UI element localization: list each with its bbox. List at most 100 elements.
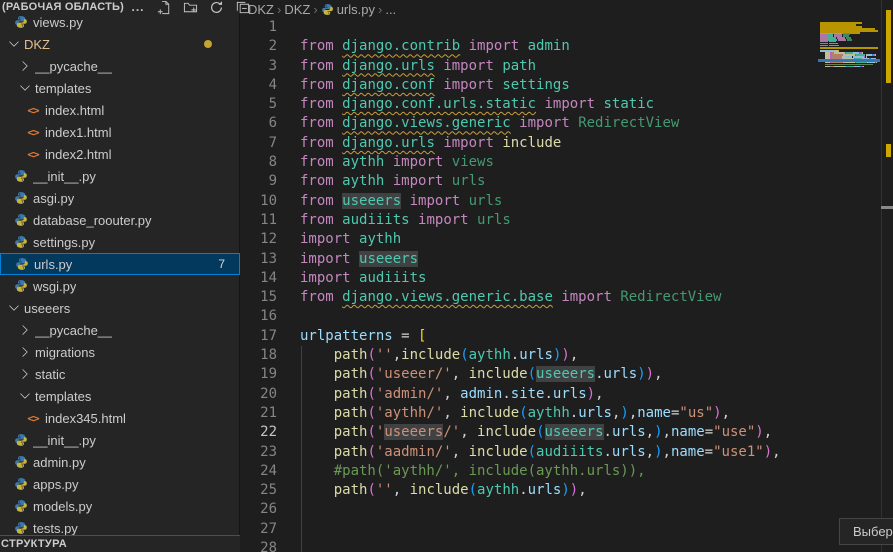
code-line-10[interactable]: 10from useeers import urls <box>241 192 893 211</box>
chevron-right-icon[interactable] <box>17 322 33 338</box>
code-line-24[interactable]: 24 #path('aythh/', include(aythh.urls)), <box>241 462 893 481</box>
code-line-20[interactable]: 20 path('admin/', admin.site.urls), <box>241 385 893 404</box>
line-number: 18 <box>241 346 277 365</box>
tree-folder-dkz[interactable]: DKZ <box>0 33 240 55</box>
line-number: 15 <box>241 288 277 307</box>
python-icon <box>14 15 28 29</box>
tree-folder-templates[interactable]: templates <box>0 385 240 407</box>
breadcrumb-item-dkz[interactable]: DKZ <box>284 2 310 17</box>
code-line-23[interactable]: 23 path('aadmin/', include(audiiits.urls… <box>241 443 893 462</box>
python-file-icon <box>13 212 29 228</box>
minimap[interactable] <box>818 18 880 238</box>
code-line-9[interactable]: 9from aythh import urls <box>241 172 893 191</box>
code-line-1[interactable]: 1 <box>241 18 893 37</box>
code-line-28[interactable]: 28 <box>241 539 893 552</box>
more-actions-button[interactable]: ... <box>130 0 146 15</box>
tree-folder--pycache-[interactable]: __pycache__ <box>0 55 240 77</box>
code-line-21[interactable]: 21 path('aythh/', include(aythh.urls,),n… <box>241 404 893 423</box>
breadcrumb-item--[interactable]: ... <box>385 2 396 17</box>
html-file-icon: <> <box>25 102 41 118</box>
explorer-header: (РАБОЧАЯ ОБЛАСТЬ) ... <box>0 0 240 13</box>
tree-file--init-py[interactable]: __init__.py <box>0 429 240 451</box>
line-number: 26 <box>241 500 277 519</box>
breadcrumb-item-urls-py[interactable]: urls.py <box>321 2 375 17</box>
new-folder-icon <box>183 0 198 15</box>
line-number: 21 <box>241 404 277 423</box>
tree-file-database-roouter-py[interactable]: database_roouter.py <box>0 209 240 231</box>
tree-file-index2-html[interactable]: <>index2.html <box>0 143 240 165</box>
tree-item-label: index345.html <box>45 411 126 426</box>
code-line-16[interactable]: 16 <box>241 307 893 326</box>
tree-file-index-html[interactable]: <>index.html <box>0 99 240 121</box>
python-icon <box>14 433 28 447</box>
tree-file-admin-py[interactable]: admin.py <box>0 451 240 473</box>
tree-file-wsgi-py[interactable]: wsgi.py <box>0 275 240 297</box>
tree-folder--pycache-[interactable]: __pycache__ <box>0 319 240 341</box>
code-line-15[interactable]: 15from django.views.generic.base import … <box>241 288 893 307</box>
new-folder-button[interactable] <box>182 0 198 15</box>
tree-file-index345-html[interactable]: <> index345.html <box>0 407 240 429</box>
code-line-4[interactable]: 4from django.conf import settings <box>241 76 893 95</box>
code-area[interactable]: 12from django.contrib import admin3from … <box>241 18 893 552</box>
code-line-5[interactable]: 5from django.conf.urls.static import sta… <box>241 95 893 114</box>
code-line-27[interactable]: 27 <box>241 520 893 539</box>
collapse-folders-button[interactable] <box>234 0 250 15</box>
code-line-12[interactable]: 12import aythh <box>241 230 893 249</box>
chevron-down-icon[interactable] <box>6 36 22 52</box>
chevron-down-icon[interactable] <box>6 300 22 316</box>
code-line-25[interactable]: 25 path('', include(aythh.urls)), <box>241 481 893 500</box>
refresh-button[interactable] <box>208 0 224 15</box>
line-number: 25 <box>241 481 277 500</box>
python-icon <box>14 191 28 205</box>
breadcrumb-separator: › <box>313 2 317 17</box>
new-file-button[interactable] <box>156 0 172 15</box>
code-line-26[interactable]: 26 <box>241 500 893 519</box>
tree-item-label: models.py <box>33 499 92 514</box>
python-file-icon <box>13 454 29 470</box>
code-line-17[interactable]: 17urlpatterns = [ <box>241 327 893 346</box>
tree-item-label: static <box>35 367 65 382</box>
tree-file--init-py[interactable]: __init__.py <box>0 165 240 187</box>
python-icon <box>14 477 28 491</box>
problems-badge: 7 <box>218 257 225 271</box>
code-line-18[interactable]: 18 path('',include(aythh.urls)), <box>241 346 893 365</box>
tree-item-label: __init__.py <box>33 433 96 448</box>
html-file-icon: <> <box>25 410 41 426</box>
tree-file-settings-py[interactable]: settings.py <box>0 231 240 253</box>
code-line-14[interactable]: 14import audiiits <box>241 269 893 288</box>
tree-folder-templates[interactable]: templates <box>0 77 240 99</box>
tree-file-asgi-py[interactable]: asgi.py <box>0 187 240 209</box>
code-line-19[interactable]: 19 path('useeer/', include(useeers.urls)… <box>241 365 893 384</box>
chevron-right-icon[interactable] <box>17 344 33 360</box>
tree-folder-static[interactable]: static <box>0 363 240 385</box>
code-line-6[interactable]: 6from django.views.generic import Redire… <box>241 114 893 133</box>
chevron-down-icon[interactable] <box>17 388 33 404</box>
code-line-3[interactable]: 3from django.urls import path <box>241 57 893 76</box>
vscode-window: (РАБОЧАЯ ОБЛАСТЬ) ... views.pyDKZ__pycac… <box>0 0 893 552</box>
tree-file-index1-html[interactable]: <>index1.html <box>0 121 240 143</box>
line-number: 16 <box>241 307 277 326</box>
python-file-icon <box>13 520 29 536</box>
line-number: 12 <box>241 230 277 249</box>
code-line-7[interactable]: 7from django.urls import include <box>241 134 893 153</box>
tree-file-models-py[interactable]: models.py <box>0 495 240 517</box>
breadcrumb-item-dkz[interactable]: DKZ <box>248 2 274 17</box>
tree-item-label: apps.py <box>33 477 79 492</box>
code-line-22[interactable]: 22 path('useeers/', include(useeers.urls… <box>241 423 893 442</box>
tree-file-urls-py[interactable]: urls.py7 <box>0 253 240 275</box>
code-line-2[interactable]: 2from django.contrib import admin <box>241 37 893 56</box>
python-icon <box>14 169 28 183</box>
code-line-11[interactable]: 11from audiiits import urls <box>241 211 893 230</box>
python-file-icon <box>13 278 29 294</box>
tree-file-apps-py[interactable]: apps.py <box>0 473 240 495</box>
chevron-right-icon[interactable] <box>17 58 33 74</box>
chevron-down-icon[interactable] <box>17 80 33 96</box>
tree-folder-migrations[interactable]: migrations <box>0 341 240 363</box>
ruler-mark-warning <box>886 10 891 83</box>
line-number: 1 <box>241 18 277 37</box>
outline-section-header[interactable]: СТРУКТУРА <box>0 535 240 552</box>
code-line-13[interactable]: 13import useeers <box>241 250 893 269</box>
tree-folder-useeers[interactable]: useeers <box>0 297 240 319</box>
code-line-8[interactable]: 8from aythh import views <box>241 153 893 172</box>
chevron-right-icon[interactable] <box>17 366 33 382</box>
